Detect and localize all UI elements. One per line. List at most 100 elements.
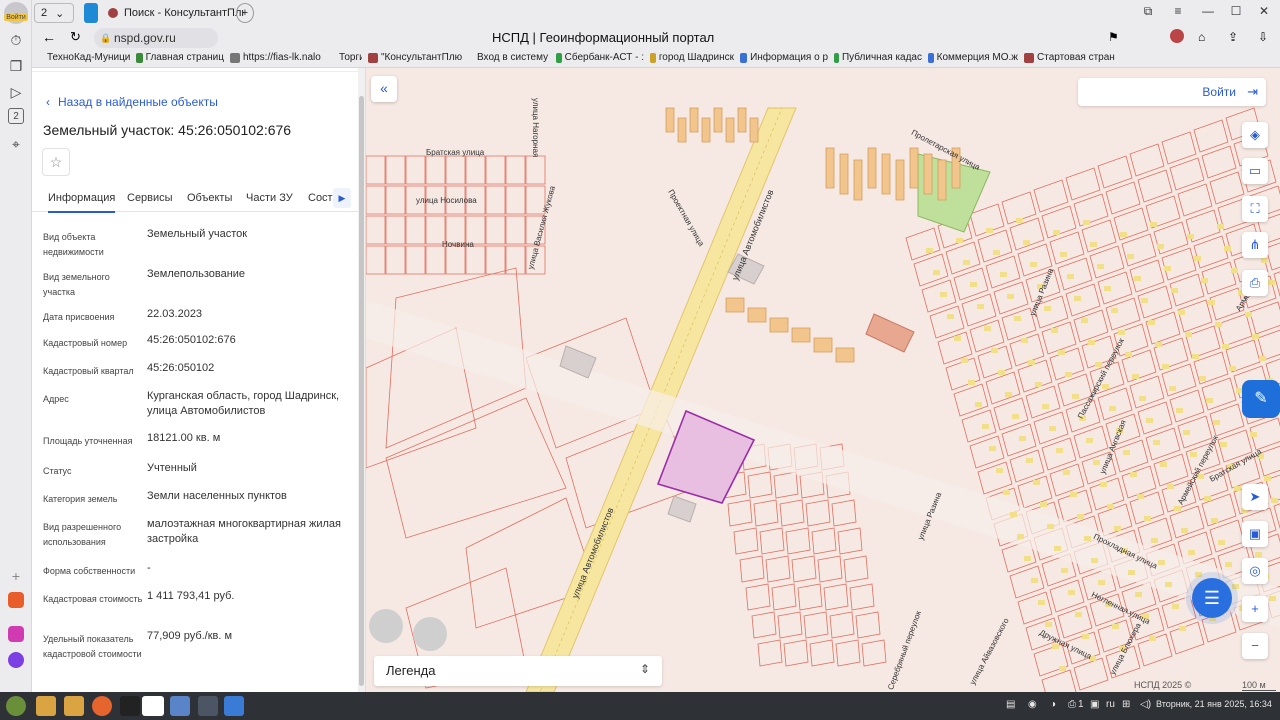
chat-icon[interactable]: ☰ [1192,578,1232,618]
bookmark-item[interactable]: Главная страниц [136,52,224,63]
bookmark-item[interactable]: Информация о р [740,52,828,63]
house-point [961,358,968,363]
collapse-panel-button[interactable]: « [371,76,397,102]
house-point [1217,224,1224,229]
bookmark-item[interactable]: ТехноКад-Муници [44,52,130,63]
zoom-in-icon[interactable]: + [1242,596,1268,622]
bookmark-item[interactable]: Публичная кадас [834,52,922,63]
back-arrow-icon[interactable]: ← [42,29,56,45]
attribute-label: Кадастровый квартал [43,366,134,376]
house-point [1259,356,1266,361]
pinned-tab-icon[interactable] [84,3,98,23]
support-badge-icon[interactable]: ✎ [1242,380,1280,418]
extension-icon[interactable] [1170,29,1184,43]
house-point [1093,460,1100,465]
tray-icon[interactable]: ▤ [1006,699,1015,710]
bookmark-item[interactable]: Коммерция МО.ж [928,52,1018,63]
map-view[interactable]: Братская улица улица Нагорная улица Носи… [366,68,1280,692]
building [747,307,767,323]
folder-icon[interactable] [64,696,84,716]
printer-icon[interactable]: ⎙ [1068,699,1076,710]
bookmark-item[interactable]: "КонсультантПлю [368,52,468,63]
building [937,159,947,201]
tab-objects[interactable]: Объекты [187,192,232,204]
tray-icon[interactable]: ◉ [1028,699,1037,710]
shield-icon[interactable]: ⌂ [1198,30,1205,44]
tab-information[interactable]: Информация [48,192,116,213]
bookmark-item[interactable]: Торги [336,52,362,63]
reload-icon[interactable]: ↻ [70,29,81,45]
panel-scroll-thumb[interactable] [359,96,364,686]
bookmark-item[interactable]: https://fias-lk.nalo [230,52,330,63]
screen-icon[interactable]: ▣ [1242,521,1268,547]
download-icon[interactable]: ⇩ [1258,30,1268,44]
bookmark-manager-icon[interactable]: ⧉ [1138,4,1158,22]
login-button[interactable]: Войти ⇥ [1078,78,1266,106]
firefox-icon[interactable] [92,696,112,716]
tray-lang[interactable]: ru [1106,699,1115,710]
map-canvas[interactable] [366,68,1280,692]
bookmark-icon[interactable]: ⚑ [1108,30,1119,44]
play-icon[interactable]: ▷ [6,82,26,102]
bookmark-item[interactable]: Стартовая стран [1024,52,1116,63]
files-icon[interactable] [36,696,56,716]
tab-parts[interactable]: Части ЗУ [246,192,293,204]
rail-badge[interactable]: 2 [8,108,24,124]
ruler-icon[interactable]: ▭ [1242,158,1268,184]
add-panel-icon[interactable]: + [6,566,26,586]
geolocation-icon[interactable]: ◎ [1242,558,1268,584]
house-point [1134,276,1141,281]
legend-panel[interactable]: Легенда ⇕ [374,656,662,686]
network-icon[interactable]: ⊞ [1122,699,1130,710]
layers-icon[interactable]: ◈ [1242,122,1268,148]
bookmark-item[interactable]: Сбербанк-АСТ - : [556,52,644,63]
house-point [1111,308,1118,313]
tab-count-button[interactable]: 2 ⌄ [34,3,74,23]
zoom-out-icon[interactable]: − [1242,633,1268,659]
volume-icon[interactable]: ◁) [1140,699,1151,710]
house-point [1264,476,1271,481]
bookmark-item[interactable]: Вход в систему : [474,52,550,63]
close-icon[interactable]: ✕ [1254,4,1274,22]
collections-icon[interactable]: ❐ [6,56,26,76]
terminal-icon[interactable] [120,696,140,716]
menu-icon[interactable] [6,696,26,716]
yandex-browser-icon[interactable] [142,696,164,716]
alice-icon[interactable] [8,652,24,668]
share-icon[interactable]: ⇪ [1228,30,1238,44]
screenshot-icon[interactable]: ⌖ [6,134,26,154]
app-icon-pink[interactable] [8,626,24,642]
house-point [1104,286,1111,291]
display-icon[interactable] [198,696,218,716]
profile-button[interactable]: Войти [4,2,28,24]
maximize-icon[interactable]: ☐ [1226,4,1246,22]
writer-icon[interactable] [224,696,244,716]
house-point [1063,470,1070,475]
clipboard-icon[interactable]: ▣ [1090,699,1099,710]
tab-item[interactable]: Поиск - КонсультантПлю [102,3,252,23]
house-point [1225,562,1232,567]
chevron-right-icon[interactable]: ▶ [333,188,351,208]
minimize-icon[interactable]: — [1198,4,1218,22]
app-icon-orange[interactable] [8,592,24,608]
bookmark-item[interactable]: город Шадринск [650,52,734,63]
building [853,159,863,201]
tab-services[interactable]: Сервисы [127,192,173,204]
new-tab-button[interactable]: + [236,3,254,23]
select-area-icon[interactable]: ⛶ [1242,196,1268,222]
url-field[interactable]: 🔒 nspd.gov.ru [94,28,218,48]
print-icon[interactable]: ⎙ [1242,270,1268,296]
locate-arrow-icon[interactable]: ➤ [1242,484,1268,510]
history-icon[interactable]: ⏱ [6,30,26,50]
back-link[interactable]: ‹ Назад в найденные объекты [46,95,218,109]
parcel [961,409,997,443]
tray-icon[interactable]: ◑ [1050,699,1056,710]
star-icon[interactable]: ☆ [42,148,70,176]
house-point [1086,438,1093,443]
mail-icon[interactable] [170,696,190,716]
house-point [1157,244,1164,249]
share-icon[interactable]: ⋔ [1242,232,1268,258]
house-point [1211,518,1218,523]
parcel [1073,309,1109,343]
menu-icon[interactable]: ≡ [1168,4,1188,22]
